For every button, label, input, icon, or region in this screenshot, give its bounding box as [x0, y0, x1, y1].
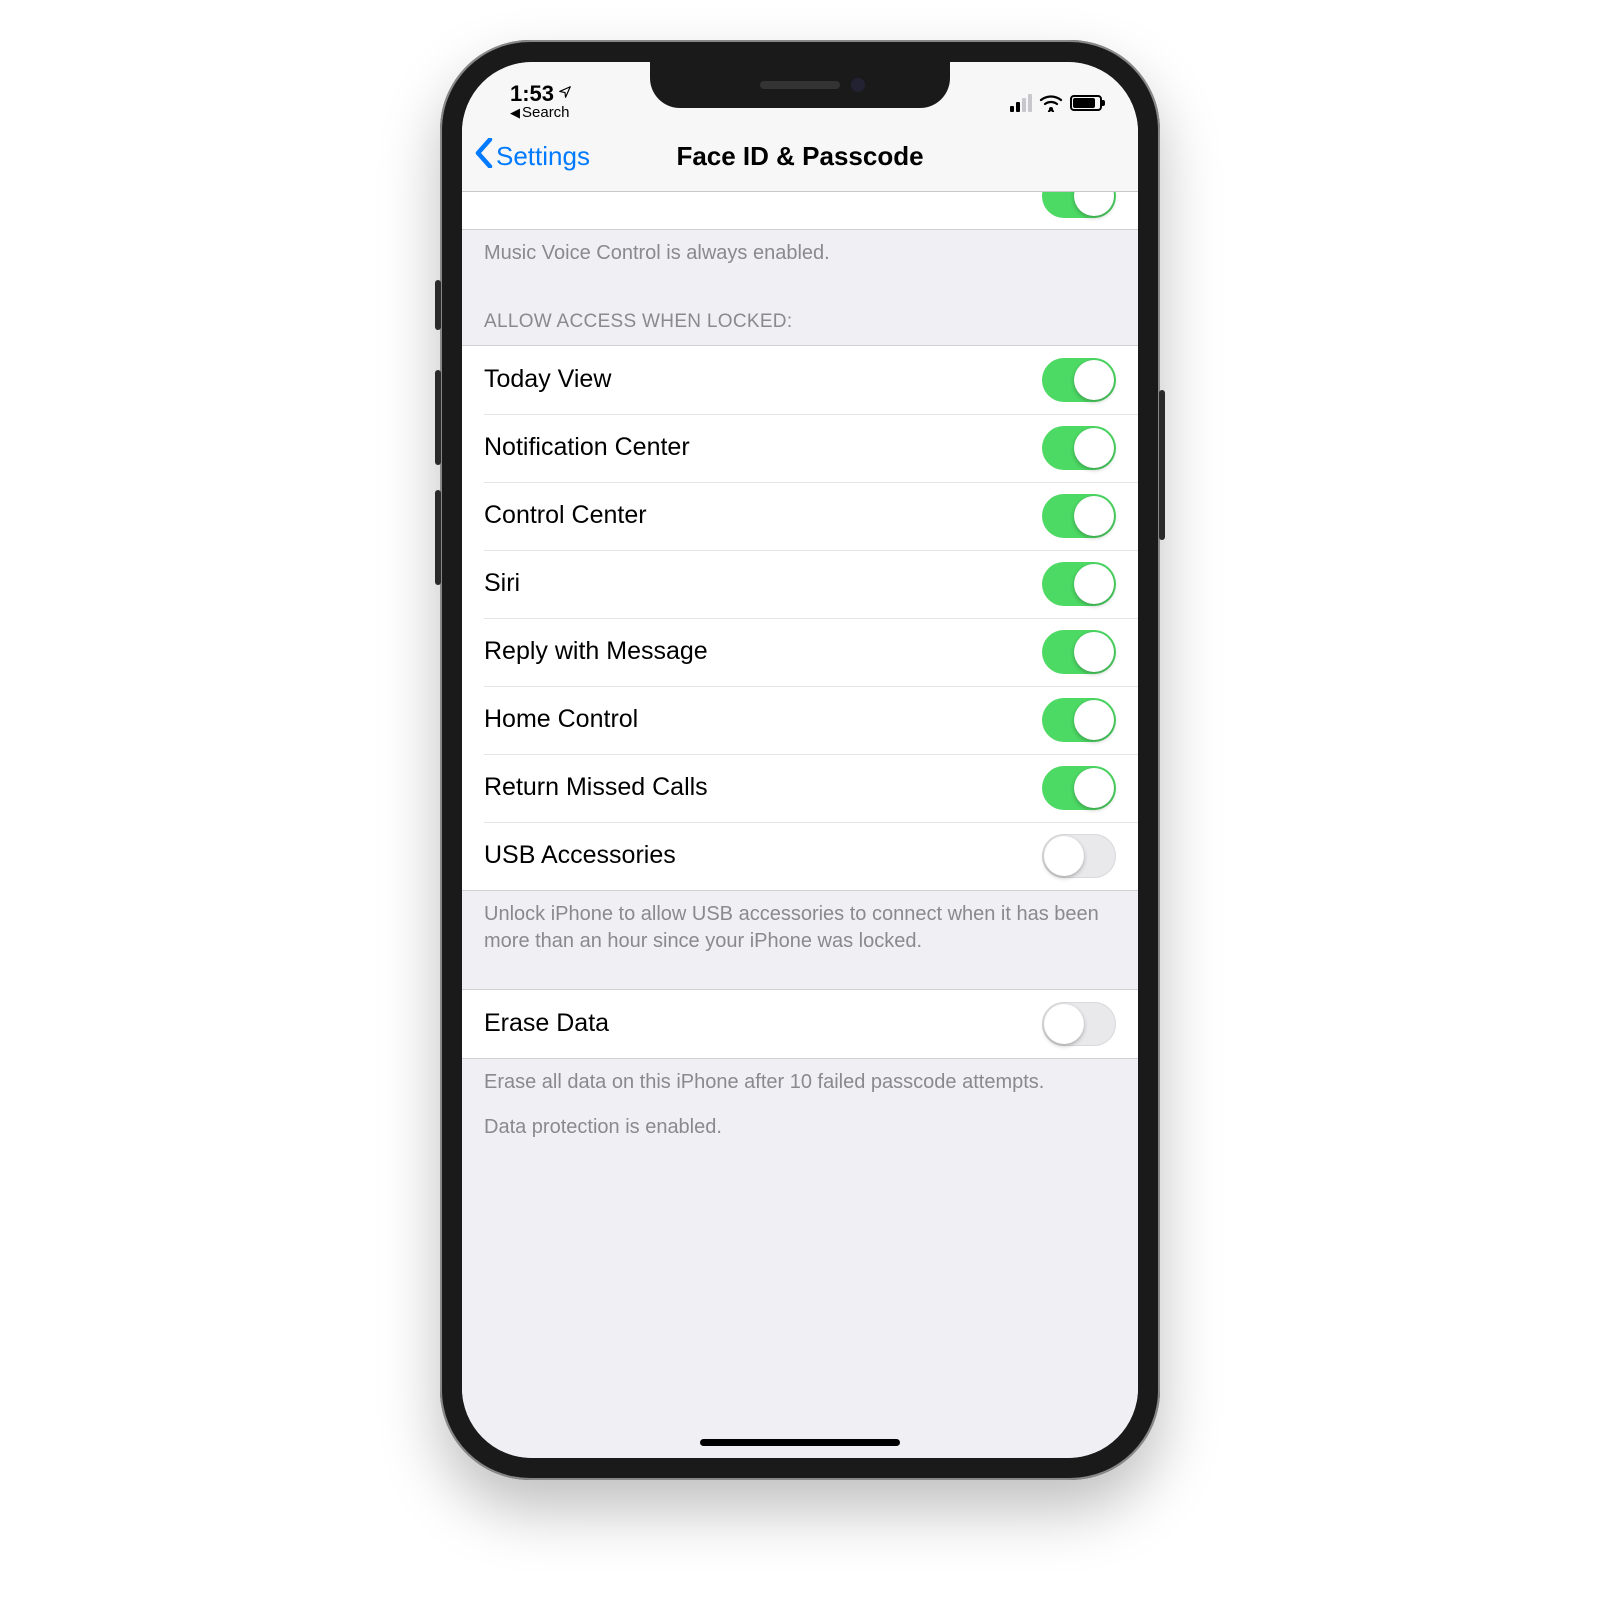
- volume-up-button: [435, 370, 441, 465]
- chevron-left-icon: [474, 138, 494, 175]
- allow-access-item-toggle[interactable]: [1042, 834, 1116, 878]
- nav-back-button[interactable]: Settings: [474, 138, 590, 175]
- row-allow-access: Notification Center: [462, 414, 1138, 482]
- erase-data-footer2: Data protection is enabled.: [462, 1108, 1138, 1153]
- voice-dial-label: Voice Dial: [484, 192, 595, 197]
- wifi-icon: [1039, 94, 1063, 112]
- allow-access-item-toggle[interactable]: [1042, 766, 1116, 810]
- erase-data-label: Erase Data: [484, 1009, 609, 1038]
- back-triangle-icon: ◀: [510, 106, 520, 119]
- allow-access-item-toggle[interactable]: [1042, 494, 1116, 538]
- home-indicator[interactable]: [700, 1439, 900, 1446]
- notch: [650, 62, 950, 108]
- cellular-signal-icon: [1010, 94, 1032, 112]
- phone-frame: 1:53 ◀ Search: [440, 40, 1160, 1480]
- allow-access-item-label: Reply with Message: [484, 637, 708, 666]
- allow-access-item-label: Notification Center: [484, 433, 690, 462]
- allow-access-item-toggle[interactable]: [1042, 698, 1116, 742]
- spacer: [462, 967, 1138, 989]
- row-allow-access: Today View: [462, 346, 1138, 414]
- back-to-app-label: Search: [522, 105, 570, 120]
- allow-access-item-label: USB Accessories: [484, 841, 676, 870]
- allow-access-item-toggle[interactable]: [1042, 358, 1116, 402]
- allow-access-item-toggle[interactable]: [1042, 562, 1116, 606]
- back-to-app-button[interactable]: ◀ Search: [510, 105, 570, 120]
- allow-access-header: ALLOW ACCESS WHEN LOCKED:: [462, 279, 1138, 345]
- nav-bar: Settings Face ID & Passcode: [462, 122, 1138, 192]
- row-allow-access: USB Accessories: [462, 822, 1138, 890]
- allow-access-footer: Unlock iPhone to allow USB accessories t…: [462, 891, 1138, 967]
- settings-content[interactable]: Voice Dial Music Voice Control is always…: [462, 192, 1138, 1458]
- erase-data-group: Erase Data: [462, 989, 1138, 1059]
- row-allow-access: Return Missed Calls: [462, 754, 1138, 822]
- allow-access-item-toggle[interactable]: [1042, 630, 1116, 674]
- row-erase-data: Erase Data: [462, 990, 1138, 1058]
- screen: 1:53 ◀ Search: [462, 62, 1138, 1458]
- status-time: 1:53: [510, 83, 572, 105]
- allow-access-item-label: Siri: [484, 569, 520, 598]
- allow-access-item-label: Control Center: [484, 501, 647, 530]
- allow-access-item-label: Home Control: [484, 705, 638, 734]
- earpiece-speaker: [760, 81, 840, 89]
- allow-access-item-label: Today View: [484, 365, 611, 394]
- erase-data-toggle[interactable]: [1042, 1002, 1116, 1046]
- row-voice-dial: Voice Dial: [462, 192, 1138, 230]
- front-camera: [851, 78, 865, 92]
- allow-access-item-label: Return Missed Calls: [484, 773, 708, 802]
- allow-access-item-toggle[interactable]: [1042, 426, 1116, 470]
- row-allow-access: Home Control: [462, 686, 1138, 754]
- voice-dial-toggle[interactable]: [1042, 192, 1116, 218]
- row-allow-access: Control Center: [462, 482, 1138, 550]
- voice-dial-footer: Music Voice Control is always enabled.: [462, 230, 1138, 279]
- nav-back-label: Settings: [496, 141, 590, 172]
- mute-switch: [435, 280, 441, 330]
- battery-icon: [1070, 95, 1102, 111]
- side-button: [1159, 390, 1165, 540]
- allow-access-group: Today View Notification Center Control Cen…: [462, 345, 1138, 891]
- row-allow-access: Reply with Message: [462, 618, 1138, 686]
- volume-down-button: [435, 490, 441, 585]
- erase-data-footer1: Erase all data on this iPhone after 10 f…: [462, 1059, 1138, 1108]
- location-icon: [558, 85, 572, 103]
- row-allow-access: Siri: [462, 550, 1138, 618]
- clock-label: 1:53: [510, 83, 554, 105]
